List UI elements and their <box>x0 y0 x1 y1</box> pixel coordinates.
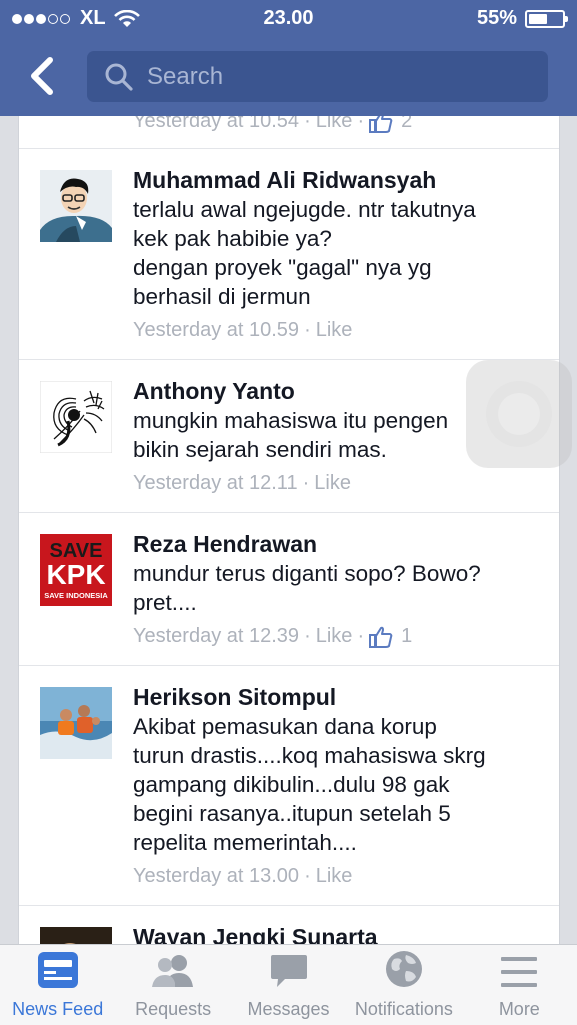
tab-notifications[interactable]: Notifications <box>346 945 461 1025</box>
battery-icon <box>525 9 568 28</box>
commenter-name[interactable]: Wayan Jengki Sunarta <box>133 922 543 946</box>
cartoon-avatar-image <box>40 170 112 242</box>
friends-icon <box>152 955 194 987</box>
comment-time: Yesterday at 10.59 <box>133 319 300 341</box>
commenter-name[interactable]: Herikson Sitompul <box>133 682 543 712</box>
comment-time: Yesterday at 13.00 <box>133 865 300 887</box>
commenter-name[interactable]: Muhammad Ali Ridwansyah <box>133 165 543 195</box>
news-feed-icon <box>37 952 78 988</box>
previous-comment-meta: Yesterday at 10.54 · Like · 2 <box>133 116 412 133</box>
back-chevron-button[interactable] <box>22 54 62 98</box>
comment-time: Yesterday at 12.39 <box>133 625 300 647</box>
comment-item: SAVE KPK SAVE INDONESIA Reza Hendrawan m… <box>19 512 559 666</box>
tab-label: News Feed <box>12 999 104 1019</box>
comment-item: Herikson Sitompul Akibat pemasukan dana … <box>19 665 559 906</box>
globe-icon <box>385 951 422 987</box>
tab-label: Notifications <box>354 999 453 1019</box>
like-button[interactable]: Like <box>316 625 353 648</box>
avatar[interactable]: SAVE KPK SAVE INDONESIA <box>40 534 112 606</box>
comment-time: Yesterday at 10.54 <box>133 116 300 132</box>
swirl-drawing-avatar-image <box>40 381 112 453</box>
status-bar: XL 23.00 55% <box>0 0 577 38</box>
tab-label: More <box>498 999 540 1019</box>
like-button[interactable]: Like <box>316 319 353 342</box>
comment-time: Yesterday at 12.11 <box>133 472 298 494</box>
avatar[interactable] <box>40 381 112 453</box>
commenter-name[interactable]: Reza Hendrawan <box>133 529 543 559</box>
comment-item: Muhammad Ali Ridwansyah terlalu awal nge… <box>19 148 559 359</box>
tab-messages[interactable]: Messages <box>231 945 346 1025</box>
battery-percent: 55% <box>476 7 517 29</box>
tab-bar: News Feed Requests Messages Notification… <box>0 944 577 1025</box>
svg-text:KPK: KPK <box>46 559 105 590</box>
search-field[interactable] <box>87 51 548 102</box>
tab-requests[interactable]: Requests <box>115 945 230 1025</box>
save-kpk-avatar-image: SAVE KPK SAVE INDONESIA <box>40 534 112 606</box>
menu-lines-icon <box>501 957 538 987</box>
like-button[interactable]: Like <box>316 865 353 888</box>
avatar[interactable] <box>40 687 112 759</box>
tab-more[interactable]: More <box>462 945 577 1025</box>
comment-feed[interactable]: Yesterday at 10.54 · Like · 2 Muhammad A… <box>18 116 560 946</box>
assistive-touch-button[interactable] <box>466 360 572 468</box>
thumbs-up-icon <box>369 116 393 133</box>
comment-item: Wayan Jengki Sunarta <box>19 905 559 946</box>
search-icon <box>105 63 133 91</box>
tab-label: Requests <box>135 999 212 1019</box>
like-button[interactable]: Like <box>314 472 351 495</box>
search-input[interactable] <box>145 61 529 92</box>
avatar[interactable] <box>40 170 112 242</box>
comment-text: terlalu awal ngejugde. ntr takutnya kek … <box>133 197 476 309</box>
top-bar: XL 23.00 55% <box>0 0 577 116</box>
comment-text: Akibat pemasukan dana korup turun drasti… <box>133 714 486 855</box>
tab-news-feed[interactable]: News Feed <box>0 945 115 1025</box>
beach-photo-avatar-image <box>40 687 112 759</box>
message-bubble-icon <box>270 955 307 987</box>
svg-text:SAVE INDONESIA: SAVE INDONESIA <box>44 591 108 600</box>
thumbs-up-icon <box>369 626 393 648</box>
tab-label: Messages <box>247 999 330 1019</box>
like-button[interactable]: Like <box>316 116 353 133</box>
like-count: 1 <box>401 625 413 647</box>
like-count: 2 <box>401 116 413 132</box>
comment-text: mundur terus diganti sopo? Bowo? pret...… <box>133 561 481 615</box>
